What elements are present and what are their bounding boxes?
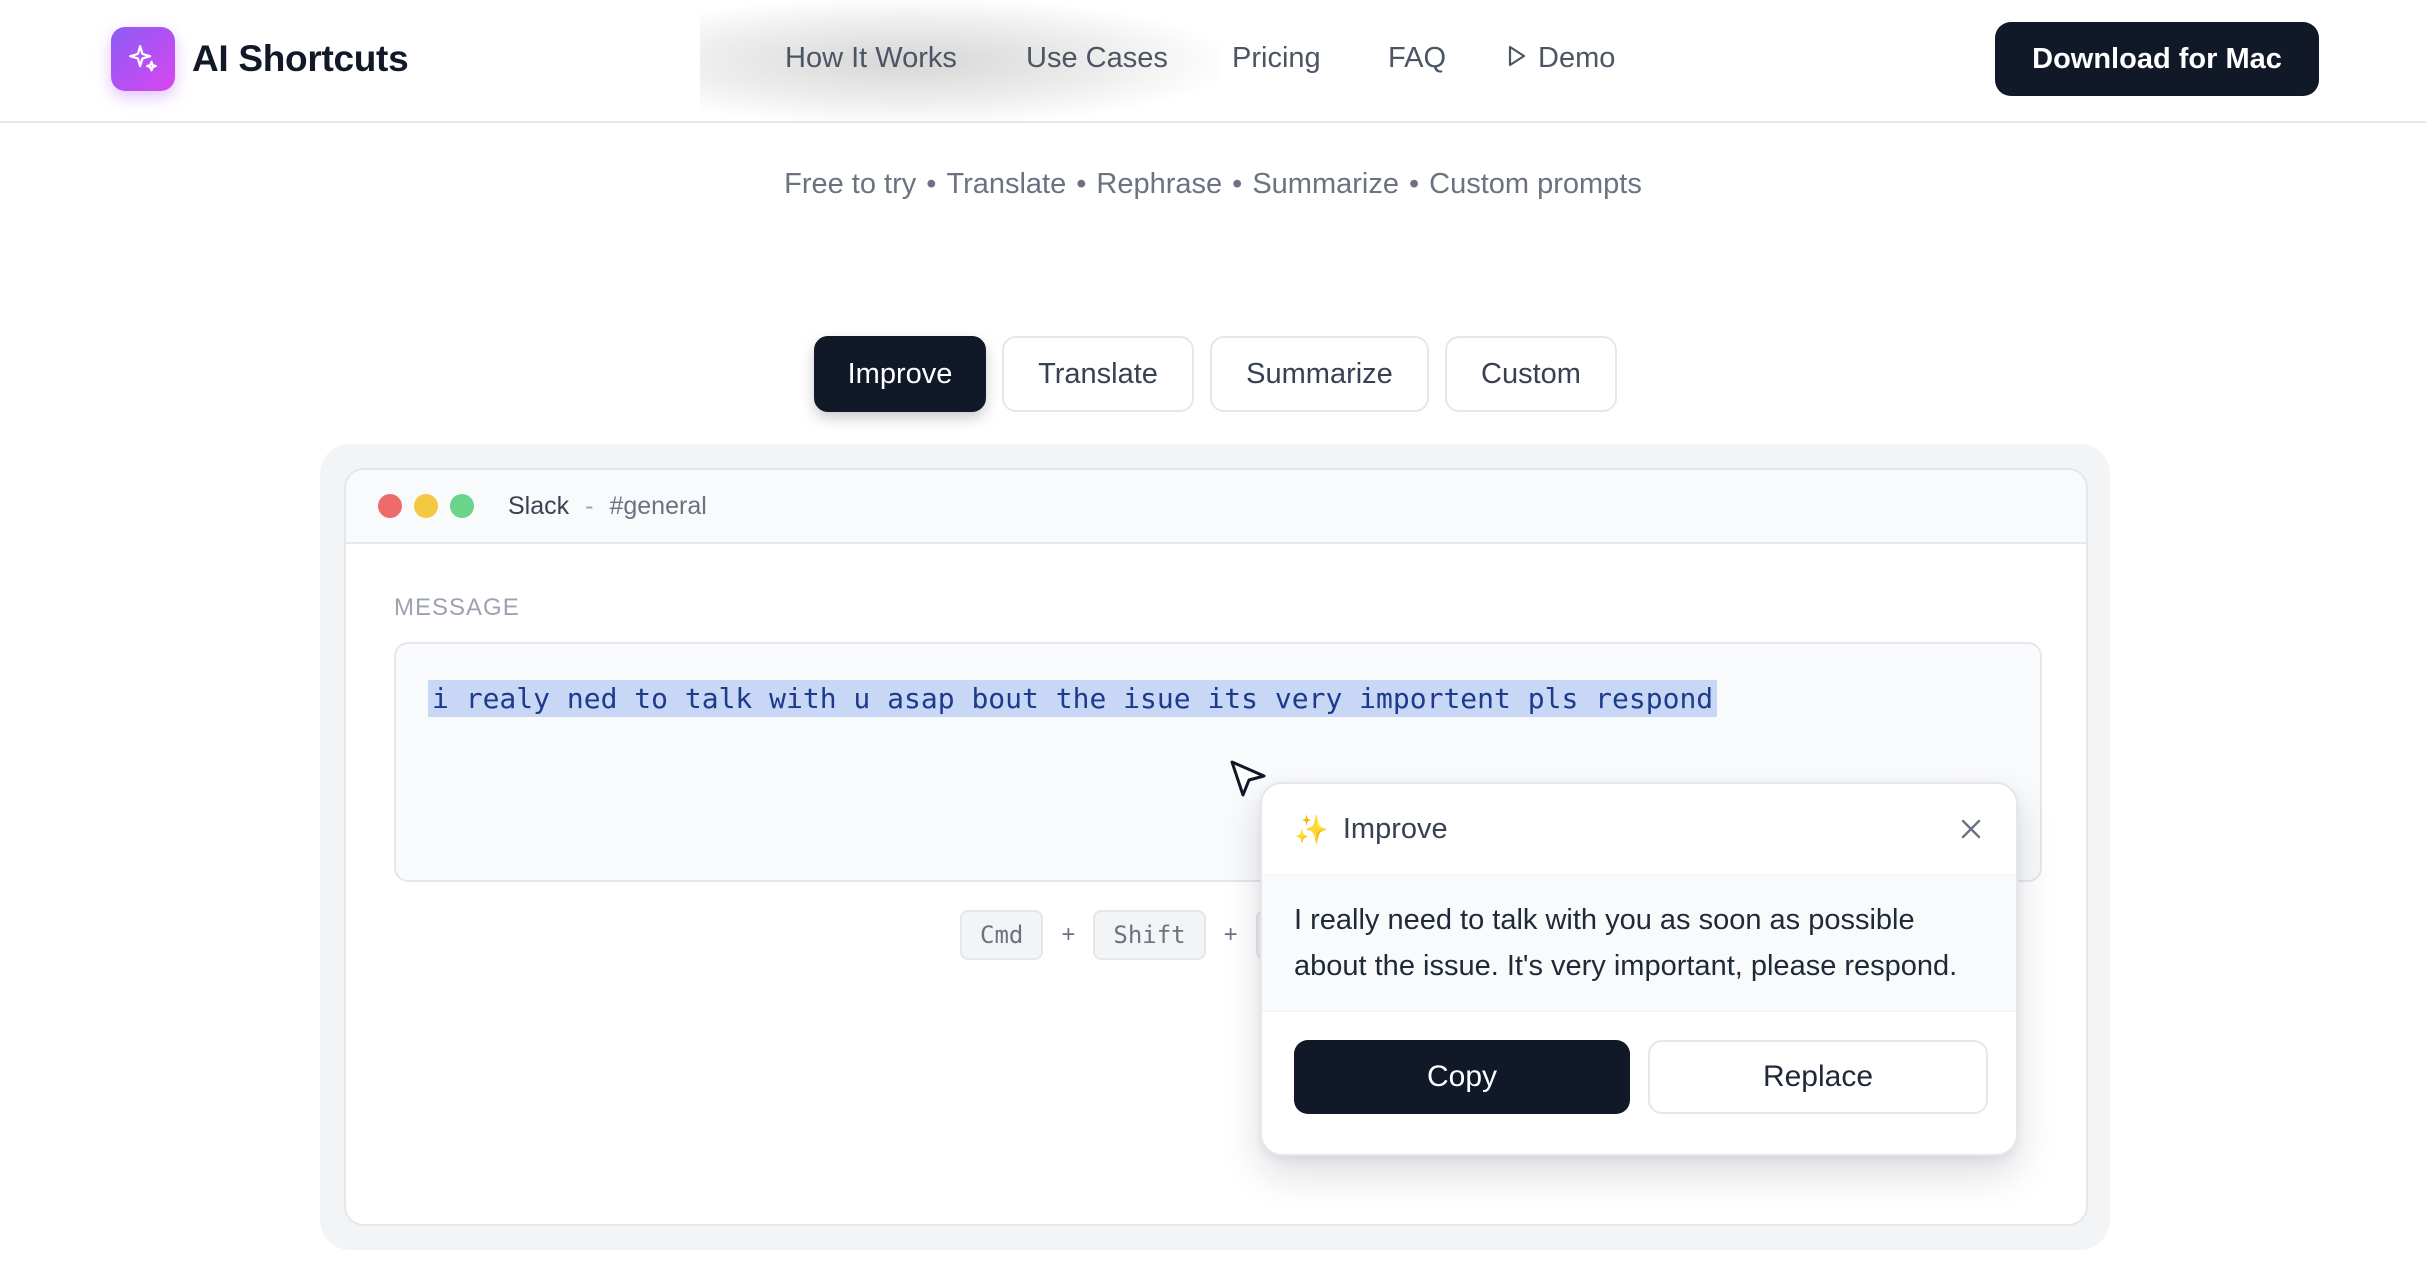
feature-item: Rephrase xyxy=(1096,168,1223,200)
nav-how-it-works[interactable]: How It Works xyxy=(785,42,957,75)
tab-translate[interactable]: Translate xyxy=(1002,336,1194,412)
nav-use-cases[interactable]: Use Cases xyxy=(1026,42,1168,75)
feature-list: Free to try • Translate • Rephrase • Summarize… xyxy=(0,168,2426,201)
brand[interactable]: AI Shortcuts xyxy=(111,27,409,91)
selected-message-text[interactable]: i realy ned to talk with u asap bout the… xyxy=(428,680,1718,717)
sparkles-icon: ✨ xyxy=(1294,813,1329,845)
nav-demo[interactable]: Demo xyxy=(1508,42,1615,75)
nav-demo-label: Demo xyxy=(1538,41,1616,74)
feature-item: Translate xyxy=(946,168,1067,200)
play-icon xyxy=(1508,42,1526,75)
window-titlebar: Slack - #general xyxy=(346,470,2086,544)
tab-improve[interactable]: Improve xyxy=(814,336,986,412)
bullet-separator: • xyxy=(1408,168,1420,200)
feature-item: Custom prompts xyxy=(1429,168,1642,200)
popup-header: ✨ Improve xyxy=(1262,784,2016,874)
popup-result-area: I really need to talk with you as soon a… xyxy=(1262,874,2016,1012)
popup-title: Improve xyxy=(1342,812,1448,845)
improved-text: I really need to talk with you as soon a… xyxy=(1294,904,1958,982)
nav-faq[interactable]: FAQ xyxy=(1388,42,1446,75)
maximize-window-dot[interactable] xyxy=(450,494,474,518)
site-header: AI Shortcuts How It Works Use Cases Pric… xyxy=(0,0,2426,123)
app-name: Slack xyxy=(508,491,570,520)
brand-name: AI Shortcuts xyxy=(192,38,409,79)
download-for-mac-button[interactable]: Download for Mac xyxy=(1995,22,2319,96)
close-icon[interactable] xyxy=(1954,812,1988,846)
plus-sign: + xyxy=(1061,921,1076,948)
channel-name: #general xyxy=(609,491,707,520)
tab-summarize[interactable]: Summarize xyxy=(1210,336,1429,412)
mode-tabs: Improve Translate Summarize Custom xyxy=(0,336,2426,412)
copy-button[interactable]: Copy xyxy=(1294,1040,1630,1114)
feature-item: Free to try xyxy=(784,168,917,200)
shortcut-hint: Cmd + Shift + xyxy=(960,910,1296,960)
close-window-dot[interactable] xyxy=(378,494,402,518)
replace-button[interactable]: Replace xyxy=(1648,1040,1988,1114)
message-label: MESSAGE xyxy=(394,594,520,621)
improve-popup: ✨ Improve I really need to talk with you… xyxy=(1260,782,2018,1156)
key-shift: Shift xyxy=(1093,910,1206,960)
bullet-separator: • xyxy=(1232,168,1243,200)
sparkle-icon xyxy=(111,27,175,91)
nav-pricing[interactable]: Pricing xyxy=(1232,42,1321,75)
title-separator: - xyxy=(585,491,594,520)
tab-custom[interactable]: Custom xyxy=(1445,336,1617,412)
bullet-separator: • xyxy=(1076,168,1087,200)
plus-sign: + xyxy=(1223,921,1238,948)
minimize-window-dot[interactable] xyxy=(414,494,438,518)
key-cmd: Cmd xyxy=(960,910,1044,960)
popup-actions: Copy Replace xyxy=(1294,1040,1988,1114)
bullet-separator: • xyxy=(926,168,937,200)
feature-item: Summarize xyxy=(1252,168,1399,200)
